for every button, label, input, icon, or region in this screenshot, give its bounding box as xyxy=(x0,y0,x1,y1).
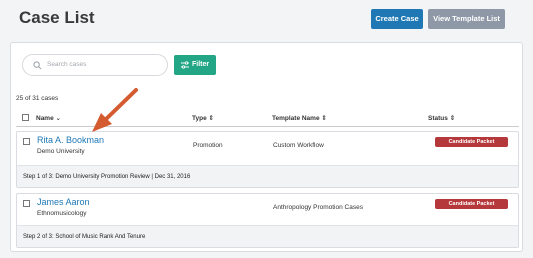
case-type: Promotion xyxy=(193,142,223,149)
result-count: 25 of 31 cases xyxy=(16,95,59,102)
filter-label: Filter xyxy=(192,61,210,68)
column-header-type[interactable]: Type ⇕ xyxy=(192,114,214,122)
filter-button[interactable]: Filter xyxy=(174,55,216,75)
sort-icon: ⇕ xyxy=(208,115,214,122)
row-checkbox[interactable] xyxy=(23,138,30,145)
case-template: Custom Workflow xyxy=(273,142,324,149)
search-icon xyxy=(33,61,42,70)
row-checkbox[interactable] xyxy=(23,200,30,207)
column-label: Status xyxy=(428,115,448,122)
table-row: James Aaron Ethnomusicology Anthropology… xyxy=(16,193,519,248)
case-subtitle: Demo University xyxy=(37,148,85,155)
column-header-template-name[interactable]: Template Name ⇕ xyxy=(272,114,327,122)
case-subtitle: Ethnomusicology xyxy=(37,210,87,217)
case-name-link[interactable]: Rita A. Bookman xyxy=(37,135,104,145)
select-all-checkbox[interactable] xyxy=(22,114,29,121)
create-case-button[interactable]: Create Case xyxy=(371,9,423,29)
column-label: Type xyxy=(192,115,207,122)
status-badge[interactable]: Candidate Packet xyxy=(435,137,508,147)
page-header: Case List Create Case View Template List xyxy=(0,0,533,42)
case-list-panel: Search cases Filter 25 of 31 cases Name … xyxy=(10,42,523,252)
search-input[interactable]: Search cases xyxy=(22,54,168,76)
column-label: Name xyxy=(36,115,54,122)
case-step: Step 2 of 3: School of Music Rank And Te… xyxy=(17,225,518,247)
sliders-icon xyxy=(181,61,189,69)
table-header: Name ⌄ Type ⇕ Template Name ⇕ Status ⇕ xyxy=(16,111,519,125)
case-step: Step 1 of 3: Demo University Promotion R… xyxy=(17,165,518,187)
search-placeholder: Search cases xyxy=(47,61,87,68)
view-template-list-button[interactable]: View Template List xyxy=(428,9,505,29)
header-divider xyxy=(16,126,519,127)
column-header-name[interactable]: Name ⌄ xyxy=(36,114,61,122)
table-row: Rita A. Bookman Demo University Promotio… xyxy=(16,131,519,188)
case-name-link[interactable]: James Aaron xyxy=(37,197,90,207)
app-frame: Case List Create Case View Template List… xyxy=(0,0,533,258)
case-template: Anthropology Promotion Cases xyxy=(273,204,363,211)
page-title: Case List xyxy=(19,8,95,27)
column-header-status[interactable]: Status ⇕ xyxy=(428,114,455,122)
column-label: Template Name xyxy=(272,115,320,122)
sort-icon: ⇕ xyxy=(321,115,327,122)
sort-down-icon: ⌄ xyxy=(55,115,61,122)
sort-icon: ⇕ xyxy=(449,115,456,122)
status-badge[interactable]: Candidate Packet xyxy=(435,199,508,209)
